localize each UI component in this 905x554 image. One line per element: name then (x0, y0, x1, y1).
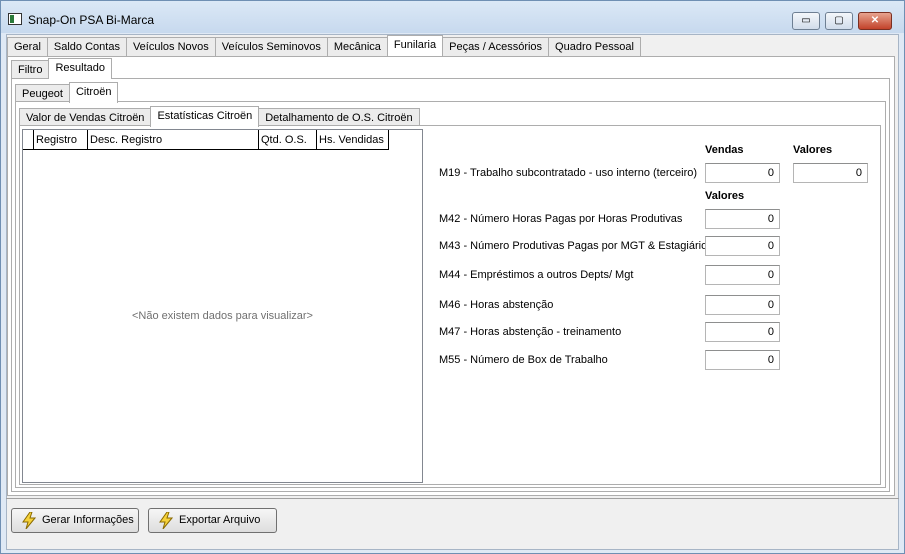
tab-pecas-acessorios[interactable]: Peças / Acessórios (442, 37, 550, 56)
tab-resultado[interactable]: Resultado (48, 58, 112, 79)
tab-citroen[interactable]: Citroën (68, 82, 119, 103)
col-registro[interactable]: Registro (34, 130, 88, 150)
lightning-icon (22, 512, 36, 529)
m42-field[interactable]: 0 (705, 209, 780, 229)
m43-label: M43 - Número Produtivas Pagas por MGT & … (439, 240, 713, 252)
tab-funilaria[interactable]: Funilaria (386, 35, 444, 56)
tab-saldo-contas[interactable]: Saldo Contas (46, 37, 127, 56)
grid-empty-message: <Não existem dados para visualizar> (132, 310, 313, 322)
tab-mecanica[interactable]: Mecânica (326, 37, 388, 56)
app-icon (8, 13, 22, 25)
tab-veiculos-novos[interactable]: Veículos Novos (125, 37, 216, 56)
m47-label: M47 - Horas abstenção - treinamento (439, 326, 622, 338)
vendas-header: Vendas (705, 144, 744, 156)
exportar-arquivo-button[interactable]: Exportar Arquivo (148, 508, 277, 533)
m46-field[interactable]: 0 (705, 295, 780, 315)
m55-label: M55 - Número de Box de Trabalho (439, 354, 608, 366)
window-title: Snap-On PSA Bi-Marca (28, 13, 155, 27)
m19-vendas-field[interactable]: 0 (705, 163, 780, 183)
tab-quadro-pessoal[interactable]: Quadro Pessoal (548, 37, 641, 56)
valores-header-2: Valores (705, 190, 745, 202)
col-desc-registro[interactable]: Desc. Registro (88, 130, 259, 150)
gerar-informacoes-button[interactable]: Gerar Informações (11, 508, 139, 533)
title-bar: Snap-On PSA Bi-Marca ▭ ▢ ✕ (1, 1, 904, 33)
bottom-divider (6, 498, 899, 499)
m47-field[interactable]: 0 (705, 322, 780, 342)
tab-estatisticas-citroen[interactable]: Estatísticas Citroën (150, 106, 260, 127)
m43-field[interactable]: 0 (705, 236, 780, 256)
col-qtd-os[interactable]: Qtd. O.S. (259, 130, 317, 150)
m44-label: M44 - Empréstimos a outros Depts/ Mgt (439, 269, 634, 281)
sub-tab-strip: Filtro Resultado (11, 58, 112, 79)
m19-label: M19 - Trabalho subcontratado - uso inter… (439, 167, 698, 179)
close-button[interactable]: ✕ (858, 12, 892, 30)
tab-filtro[interactable]: Filtro (11, 60, 50, 79)
m46-label: M46 - Horas abstenção (439, 299, 554, 311)
lightning-icon (159, 512, 173, 529)
minimize-button[interactable]: ▭ (792, 12, 820, 30)
grid-header: Registro Desc. Registro Qtd. O.S. Hs. Ve… (23, 130, 389, 150)
col-hs-vendidas[interactable]: Hs. Vendidas (317, 130, 389, 150)
exportar-arquivo-label: Exportar Arquivo (179, 514, 261, 526)
m55-field[interactable]: 0 (705, 350, 780, 370)
row-selector-header (23, 130, 34, 150)
gerar-informacoes-label: Gerar Informações (42, 514, 134, 526)
m44-field[interactable]: 0 (705, 265, 780, 285)
maximize-button[interactable]: ▢ (825, 12, 853, 30)
data-grid[interactable]: Registro Desc. Registro Qtd. O.S. Hs. Ve… (22, 129, 423, 483)
tab-veiculos-seminovos[interactable]: Veículos Seminovos (214, 37, 328, 56)
m19-valores-field[interactable]: 0 (793, 163, 868, 183)
app-window: Snap-On PSA Bi-Marca ▭ ▢ ✕ Geral Saldo C… (0, 0, 905, 554)
m42-label: M42 - Número Horas Pagas por Horas Produ… (439, 213, 683, 225)
main-tab-strip: Geral Saldo Contas Veículos Novos Veícul… (7, 35, 641, 56)
valores-header: Valores (793, 144, 833, 156)
tab-geral[interactable]: Geral (7, 37, 48, 56)
